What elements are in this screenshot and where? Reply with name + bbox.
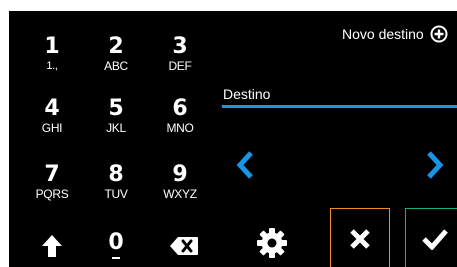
key-digit: 1 bbox=[44, 34, 60, 59]
shift-button[interactable] bbox=[25, 226, 79, 266]
key-digit: 4 bbox=[44, 96, 60, 121]
key-letters: DEF bbox=[168, 59, 192, 73]
chevron-right-icon bbox=[427, 151, 444, 179]
chevron-left-icon bbox=[236, 151, 253, 179]
new-destination-label: Novo destino bbox=[342, 26, 424, 42]
cancel-button[interactable] bbox=[330, 208, 390, 267]
key-letters: TUV bbox=[104, 187, 128, 201]
key-6[interactable]: 6 MNO bbox=[151, 75, 209, 135]
key-digit: 9 bbox=[172, 162, 188, 187]
key-9[interactable]: 9 WXYZ bbox=[151, 141, 209, 201]
key-letters: ABC bbox=[104, 59, 128, 73]
key-digit: 8 bbox=[108, 162, 124, 187]
previous-button[interactable] bbox=[234, 150, 258, 180]
navigation-destination-screen: 1 1., 2 ABC 3 DEF 4 GHI 5 JKL 6 MNO 7 PQ… bbox=[9, 11, 457, 267]
backspace-icon bbox=[170, 237, 198, 255]
key-0[interactable]: 0 bbox=[89, 226, 143, 267]
key-3[interactable]: 3 DEF bbox=[151, 13, 209, 73]
key-4[interactable]: 4 GHI bbox=[23, 75, 81, 135]
close-icon bbox=[350, 229, 370, 249]
key-digit: 2 bbox=[108, 34, 124, 59]
gear-icon bbox=[257, 228, 287, 258]
key-digit: 6 bbox=[172, 96, 188, 121]
destination-input[interactable] bbox=[222, 105, 457, 108]
key-digit: 5 bbox=[108, 96, 124, 121]
key-letters: GHI bbox=[41, 121, 63, 135]
key-letters: MNO bbox=[166, 121, 194, 135]
key-5[interactable]: 5 JKL bbox=[87, 75, 145, 135]
destination-label: Destino bbox=[223, 86, 271, 102]
checkmark-icon bbox=[422, 229, 448, 250]
next-button[interactable] bbox=[422, 150, 446, 180]
key-digit: 3 bbox=[172, 34, 188, 59]
key-letters: PQRS bbox=[35, 187, 69, 201]
key-1[interactable]: 1 1., bbox=[23, 13, 81, 73]
key-underscore-mark bbox=[112, 257, 120, 259]
key-letters: WXYZ bbox=[163, 187, 197, 201]
key-letters: JKL bbox=[106, 121, 126, 135]
key-2[interactable]: 2 ABC bbox=[87, 13, 145, 73]
settings-button[interactable] bbox=[245, 221, 299, 265]
key-letters: 1., bbox=[46, 60, 58, 72]
key-8[interactable]: 8 TUV bbox=[87, 141, 145, 201]
confirm-button[interactable] bbox=[405, 208, 457, 267]
plus-circle-icon bbox=[430, 25, 448, 43]
key-7[interactable]: 7 PQRS bbox=[23, 141, 81, 201]
shift-up-arrow-icon bbox=[42, 235, 62, 257]
backspace-button[interactable] bbox=[157, 226, 211, 266]
key-digit: 0 bbox=[108, 230, 124, 255]
key-digit: 7 bbox=[44, 162, 60, 187]
new-destination-button[interactable]: Novo destino bbox=[342, 24, 448, 44]
